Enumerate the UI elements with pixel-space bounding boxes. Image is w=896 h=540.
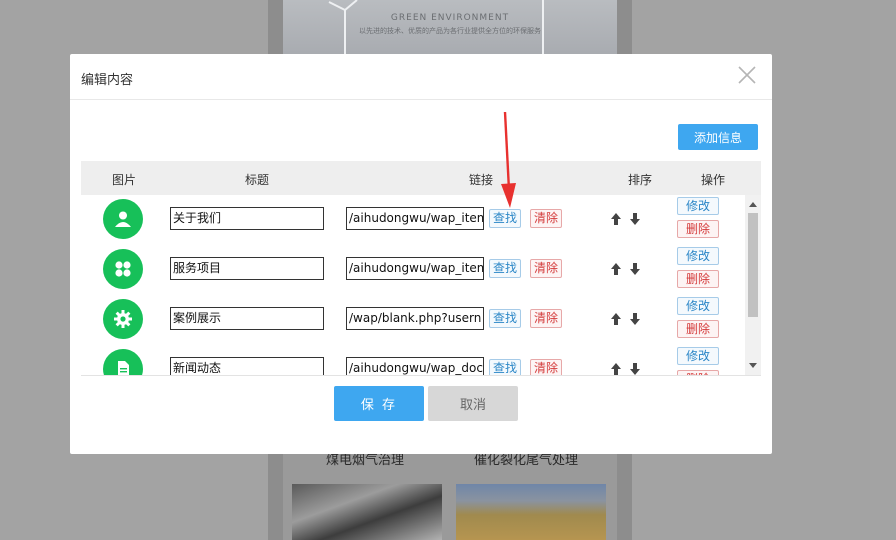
save-button[interactable]: 保 存 bbox=[334, 386, 424, 421]
link-input[interactable]: /aihudongwu/wap_item bbox=[346, 207, 484, 230]
link-input[interactable]: /aihudongwu/wap_doc bbox=[346, 357, 484, 375]
delete-button[interactable]: 删除 bbox=[677, 270, 719, 288]
row-image[interactable] bbox=[103, 249, 143, 289]
column-header-title: 标题 bbox=[245, 173, 270, 187]
table-row: 案例展示 /wap/blank.php?usern 查找 清除 修改 删除 bbox=[81, 295, 745, 345]
find-button[interactable]: 查找 bbox=[489, 359, 521, 375]
banner-title: GREEN ENVIRONMENT bbox=[390, 13, 510, 23]
modal-header: 编辑内容 bbox=[70, 54, 772, 100]
title-input[interactable]: 关于我们 bbox=[170, 207, 324, 230]
link-input[interactable]: /aihudongwu/wap_item bbox=[346, 257, 484, 280]
find-button[interactable]: 查找 bbox=[489, 309, 521, 328]
table-scrollbar[interactable] bbox=[745, 195, 761, 375]
background-banner: GREEN ENVIRONMENT 以先进的技术、优质的产品为各行业提供全方位的… bbox=[283, 0, 617, 56]
title-input[interactable]: 新闻动态 bbox=[170, 357, 324, 375]
move-up-icon[interactable] bbox=[610, 312, 622, 326]
scroll-up-icon[interactable] bbox=[749, 202, 757, 207]
cancel-button[interactable]: 取消 bbox=[428, 386, 518, 421]
footer-divider bbox=[81, 375, 761, 376]
row-image[interactable] bbox=[103, 199, 143, 239]
banner-subtitle: 以先进的技术、优质的产品为各行业提供全方位的环保服务 bbox=[359, 27, 541, 35]
grid-icon bbox=[115, 261, 131, 277]
edit-content-modal: 编辑内容 添加信息 图片 标题 链接 排序 操作 关于我们 /aihudongw… bbox=[70, 54, 772, 454]
clear-button[interactable]: 清除 bbox=[530, 209, 562, 228]
user-icon bbox=[115, 211, 131, 227]
move-up-icon[interactable] bbox=[610, 362, 622, 375]
row-image[interactable] bbox=[103, 349, 143, 375]
edit-button[interactable]: 修改 bbox=[677, 347, 719, 365]
move-up-icon[interactable] bbox=[610, 262, 622, 276]
modal-title: 编辑内容 bbox=[81, 73, 134, 88]
move-down-icon[interactable] bbox=[629, 362, 641, 375]
gear-icon bbox=[114, 310, 132, 328]
title-input[interactable]: 案例展示 bbox=[170, 307, 324, 330]
table-body: 关于我们 /aihudongwu/wap_item 查找 清除 修改 删除 服务… bbox=[81, 195, 761, 375]
move-up-icon[interactable] bbox=[610, 212, 622, 226]
table-row: 关于我们 /aihudongwu/wap_item 查找 清除 修改 删除 bbox=[81, 195, 745, 245]
delete-button[interactable]: 删除 bbox=[677, 320, 719, 338]
edit-button[interactable]: 修改 bbox=[677, 197, 719, 215]
clear-button[interactable]: 清除 bbox=[530, 359, 562, 375]
scroll-down-icon[interactable] bbox=[749, 363, 757, 368]
close-icon[interactable] bbox=[736, 64, 758, 86]
column-header-image: 图片 bbox=[112, 173, 137, 187]
background-photo-wheat bbox=[456, 484, 606, 540]
edit-button[interactable]: 修改 bbox=[677, 247, 719, 265]
background-photo-industrial bbox=[292, 484, 442, 540]
annotation-arrow-icon bbox=[501, 111, 516, 208]
edit-button[interactable]: 修改 bbox=[677, 297, 719, 315]
clear-button[interactable]: 清除 bbox=[530, 309, 562, 328]
clear-button[interactable]: 清除 bbox=[530, 259, 562, 278]
document-icon bbox=[118, 361, 129, 375]
table-header: 图片 标题 链接 排序 操作 bbox=[81, 161, 761, 195]
delete-button[interactable]: 删除 bbox=[677, 220, 719, 238]
link-input[interactable]: /wap/blank.php?usern bbox=[346, 307, 484, 330]
column-header-link: 链接 bbox=[469, 173, 494, 187]
table-row: 新闻动态 /aihudongwu/wap_doc 查找 清除 修改 删除 bbox=[81, 345, 745, 375]
row-image[interactable] bbox=[103, 299, 143, 339]
find-button[interactable]: 查找 bbox=[489, 259, 521, 278]
move-down-icon[interactable] bbox=[629, 312, 641, 326]
add-info-button[interactable]: 添加信息 bbox=[678, 124, 758, 150]
column-header-sort: 排序 bbox=[628, 173, 653, 187]
move-down-icon[interactable] bbox=[629, 262, 641, 276]
table-row: 服务项目 /aihudongwu/wap_item 查找 清除 修改 删除 bbox=[81, 245, 745, 295]
scroll-thumb[interactable] bbox=[748, 213, 758, 317]
column-header-actions: 操作 bbox=[701, 173, 726, 187]
title-input[interactable]: 服务项目 bbox=[170, 257, 324, 280]
move-down-icon[interactable] bbox=[629, 212, 641, 226]
